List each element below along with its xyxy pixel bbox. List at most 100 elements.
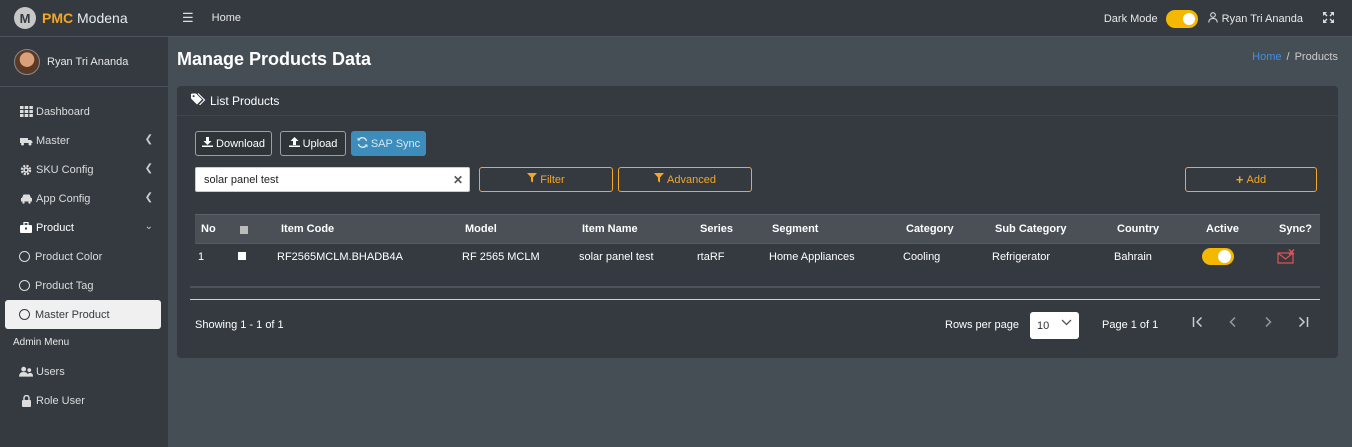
lock-icon [19, 394, 33, 407]
grid-icon [19, 106, 33, 118]
breadcrumb-home-link[interactable]: Home [1252, 51, 1281, 63]
page-title: Manage Products Data [177, 49, 372, 69]
brand-name: PMC Modena [42, 10, 128, 26]
row-checkbox[interactable] [238, 251, 246, 263]
table-row[interactable]: 1 RF2565MCLM.BHADB4A RF 2565 MCLM solar … [195, 243, 1320, 269]
upload-button[interactable]: Upload [280, 131, 346, 156]
topbar-user-menu[interactable]: Ryan Tri Ananda [1207, 11, 1303, 26]
topbar-home-link[interactable]: Home [212, 12, 241, 24]
avatar [14, 48, 40, 75]
column-header-no[interactable]: No [201, 223, 216, 235]
column-header-country[interactable]: Country [1117, 223, 1159, 235]
sidebar-item-product-tag[interactable]: Product Tag [5, 271, 161, 300]
sync-status-icon[interactable] [1277, 249, 1295, 268]
sidebar-item-master[interactable]: Master ❮ [5, 126, 161, 155]
dark-mode-toggle[interactable] [1165, 9, 1198, 28]
cell-country: Bahrain [1114, 250, 1152, 263]
cell-sub-category: Refrigerator [992, 250, 1051, 263]
products-card: List Products Download Upload SAP Sync s… [177, 86, 1338, 358]
chevron-left-icon: ❮ [144, 163, 153, 174]
last-page-icon[interactable] [1297, 315, 1309, 331]
chevron-left-icon: ❮ [144, 134, 153, 145]
sidebar-item-master-product[interactable]: Master Product [5, 300, 161, 329]
rows-per-page-label: Rows per page [945, 319, 1019, 331]
breadcrumb: Home / Products [1252, 51, 1338, 63]
filter-button-label: Filter [540, 173, 565, 186]
clear-search-icon[interactable]: ✕ [453, 173, 463, 187]
first-page-icon[interactable] [1192, 315, 1204, 331]
active-toggle[interactable] [1202, 248, 1234, 268]
sidebar-item-label: Product Color [35, 250, 103, 263]
circle-icon [19, 309, 30, 320]
search-input[interactable]: solar panel test ✕ [195, 167, 470, 192]
cell-series: rtaRF [697, 250, 725, 263]
sidebar-item-role-user[interactable]: Role User [5, 386, 161, 415]
checkbox-icon [240, 226, 248, 234]
sidebar-item-label: Master [36, 134, 70, 147]
column-header-series[interactable]: Series [700, 223, 733, 235]
column-header-item-code[interactable]: Item Code [281, 223, 334, 235]
topbar-right: Dark Mode Ryan Tri Ananda [1104, 0, 1334, 37]
card-title: List Products [210, 93, 280, 108]
sidebar-item-label: Dashboard [36, 105, 90, 118]
cell-segment: Home Appliances [769, 250, 855, 263]
users-icon [19, 366, 33, 378]
cell-no: 1 [198, 250, 205, 263]
sidebar-item-label: Users [36, 365, 65, 378]
toggle-switch [1202, 248, 1234, 265]
column-header-category[interactable]: Category [906, 223, 954, 235]
table-header-row: No Item Code Model Item Name Series Segm… [195, 214, 1320, 243]
chevron-down-icon: ⌄ [144, 221, 153, 232]
sap-sync-button[interactable]: SAP Sync [351, 131, 426, 156]
cell-model: RF 2565 MCLM [462, 250, 540, 263]
filter-icon [527, 173, 538, 186]
advanced-filter-button[interactable]: Advanced [618, 167, 752, 192]
cell-item-name: solar panel test [579, 250, 654, 263]
user-icon [1207, 11, 1218, 26]
advanced-filter-button-label: Advanced [667, 173, 716, 186]
sync-icon [357, 136, 368, 151]
briefcase-icon [19, 222, 33, 234]
dark-mode-label: Dark Mode [1103, 12, 1158, 25]
sidebar-item-users[interactable]: Users [5, 357, 161, 386]
search-input-value: solar panel test [204, 173, 279, 186]
column-header-sync[interactable]: Sync? [1279, 223, 1312, 235]
fullscreen-icon[interactable] [1323, 11, 1334, 26]
sidebar-nav: Dashboard Master ❮ SKU Config ❮ App Conf… [0, 87, 168, 415]
add-product-button-label: Add [1246, 173, 1267, 186]
select-all-checkbox[interactable] [240, 225, 248, 237]
cell-item-code: RF2565MCLM.BHADB4A [277, 250, 403, 263]
column-header-segment[interactable]: Segment [772, 223, 818, 235]
table-scroll-track [190, 286, 1320, 288]
next-page-icon[interactable] [1263, 315, 1273, 331]
user-panel[interactable]: Ryan Tri Ananda [0, 37, 168, 87]
brand[interactable]: M PMC Modena [0, 0, 168, 37]
filter-icon [654, 173, 665, 186]
column-header-model[interactable]: Model [465, 223, 497, 235]
previous-page-icon[interactable] [1228, 315, 1238, 331]
sidebar-item-product-color[interactable]: Product Color [5, 242, 161, 271]
rows-per-page-value: 10 [1037, 319, 1050, 332]
upload-button-label: Upload [302, 137, 338, 150]
add-product-button[interactable]: + Add [1185, 167, 1317, 192]
page-info: Page 1 of 1 [1102, 319, 1159, 331]
sidebar-item-dashboard[interactable]: Dashboard [5, 97, 161, 126]
circle-icon [19, 280, 30, 291]
breadcrumb-separator: / [1286, 51, 1290, 63]
chevron-left-icon: ❮ [144, 192, 153, 203]
products-table: No Item Code Model Item Name Series Segm… [195, 214, 1320, 269]
sidebar: M PMC Modena Ryan Tri Ananda Dashboard M… [0, 0, 168, 447]
user-name: Ryan Tri Ananda [47, 55, 129, 68]
sidebar-item-product[interactable]: Product ⌄ [5, 213, 161, 242]
column-header-active[interactable]: Active [1206, 223, 1239, 235]
hamburger-menu-icon[interactable]: ☰ [182, 10, 194, 26]
filter-button[interactable]: Filter [479, 167, 613, 192]
breadcrumb-current: Products [1294, 51, 1338, 63]
rows-per-page-select[interactable]: 10 [1030, 312, 1079, 339]
column-header-sub-category[interactable]: Sub Category [995, 223, 1067, 235]
sidebar-item-label: Product [36, 221, 74, 234]
sidebar-item-sku-config[interactable]: SKU Config ❮ [5, 155, 161, 184]
download-button[interactable]: Download [195, 131, 272, 156]
sidebar-item-app-config[interactable]: App Config ❮ [5, 184, 161, 213]
column-header-item-name[interactable]: Item Name [582, 223, 638, 235]
